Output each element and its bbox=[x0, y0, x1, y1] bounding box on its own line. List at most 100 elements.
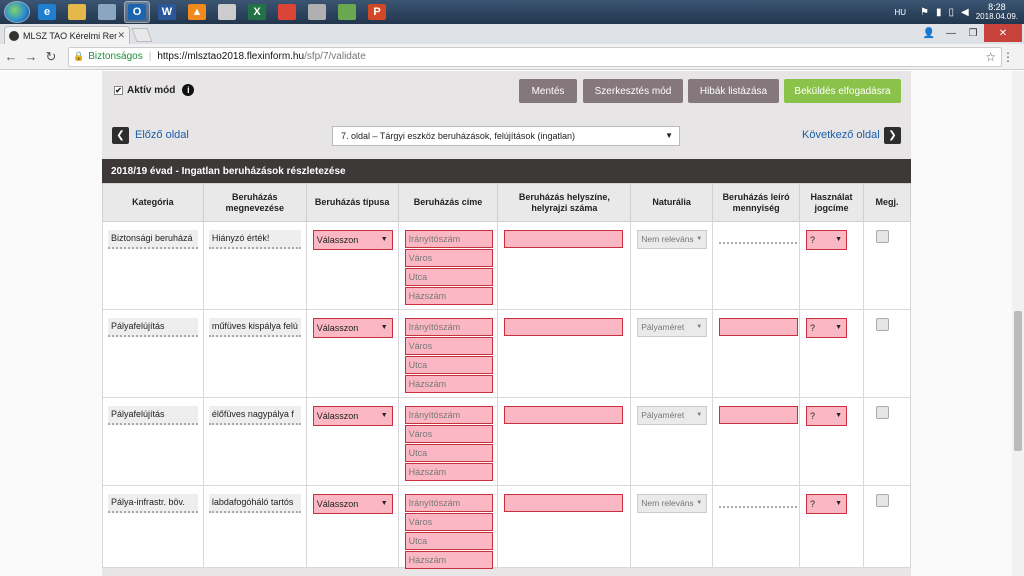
snipping-icon[interactable] bbox=[304, 1, 330, 23]
address-input[interactable]: Város bbox=[404, 425, 493, 443]
investment-name-field[interactable]: élőfüves nagypálya f bbox=[208, 406, 301, 425]
info-icon[interactable]: i bbox=[182, 84, 195, 96]
restore-icon[interactable]: ❐ bbox=[962, 24, 984, 42]
reload-icon[interactable]: ↻ bbox=[42, 49, 60, 65]
active-mode-checkbox[interactable]: ✔ bbox=[114, 85, 123, 95]
address-input[interactable]: Utca bbox=[404, 356, 493, 374]
list-errors-button[interactable]: Hibák listázása bbox=[688, 79, 779, 103]
caret-down-icon: ▼ bbox=[835, 412, 843, 419]
vlc-icon[interactable]: ▲ bbox=[184, 1, 210, 23]
address-input[interactable]: Város bbox=[404, 337, 493, 355]
address-input[interactable]: Város bbox=[404, 513, 493, 531]
battery-icon[interactable]: ▯ bbox=[949, 7, 955, 18]
type-cell: Válasszon ▼ bbox=[305, 485, 399, 568]
chrome-icon[interactable] bbox=[274, 1, 300, 23]
ie-icon[interactable]: e bbox=[34, 1, 60, 23]
volume-icon[interactable]: ◀ bbox=[961, 7, 969, 18]
scroll-thumb[interactable] bbox=[1014, 311, 1022, 451]
usage-title-select[interactable]: ? ▼ bbox=[806, 494, 848, 514]
naturalia-select[interactable]: Pályaméret ▼ bbox=[637, 318, 708, 337]
next-arrow-icon[interactable]: ❯ bbox=[884, 127, 901, 144]
close-icon[interactable]: ✕ bbox=[117, 30, 125, 41]
investment-name-field[interactable]: műfüves kispálya felú bbox=[208, 318, 301, 337]
select-value: Válasszon bbox=[316, 411, 359, 421]
naturalia-select[interactable]: Nem releváns ▼ bbox=[637, 230, 708, 249]
browser-tab[interactable]: MLSZ TAO Kérelmi Rend ✕ bbox=[4, 26, 130, 44]
investment-type-select[interactable]: Válasszon ▼ bbox=[312, 406, 393, 426]
prev-arrow-icon[interactable]: ❮ bbox=[112, 127, 129, 144]
table-row: Pályafelújítás műfüves kispálya felú Válas… bbox=[102, 309, 912, 398]
new-tab-button[interactable] bbox=[131, 28, 153, 42]
investment-type-select[interactable]: Válasszon ▼ bbox=[312, 230, 393, 250]
naturalia-select[interactable]: Pályaméret ▼ bbox=[637, 406, 708, 425]
calculator-icon[interactable] bbox=[94, 1, 120, 23]
table-header-row: Kategória Beruházás megnevezése Beruházás … bbox=[102, 183, 912, 222]
prev-page-link[interactable]: Előző oldal bbox=[135, 129, 189, 141]
address-cell: Irányítószám Város Utca Házszám bbox=[397, 485, 499, 569]
usage-title-select[interactable]: ? ▼ bbox=[806, 406, 848, 426]
snipping-icon-glyph bbox=[308, 4, 326, 20]
save-button[interactable]: Mentés bbox=[519, 79, 577, 103]
note-checkbox[interactable] bbox=[875, 494, 889, 507]
naturalia-cell: Nem releváns ▼ bbox=[630, 485, 714, 568]
language-indicator[interactable]: HU bbox=[894, 8, 906, 17]
location-input[interactable] bbox=[504, 230, 624, 248]
address-input[interactable]: Utca bbox=[404, 444, 493, 462]
location-cell bbox=[497, 221, 632, 310]
minimize-icon[interactable]: — bbox=[940, 24, 962, 42]
address-input[interactable]: Utca bbox=[404, 268, 493, 286]
active-mode-toggle[interactable]: ✔ Aktív mód i bbox=[114, 84, 195, 96]
location-input[interactable] bbox=[504, 494, 624, 512]
note-checkbox[interactable] bbox=[875, 230, 889, 243]
note-checkbox[interactable] bbox=[875, 318, 889, 331]
category-cell: Pályafelújítás bbox=[102, 309, 204, 398]
word-icon[interactable]: W bbox=[154, 1, 180, 23]
address-input[interactable]: Irányítószám bbox=[404, 494, 493, 512]
forward-arrow-icon[interactable]: → bbox=[22, 49, 40, 64]
page-scrollbar[interactable] bbox=[1012, 71, 1024, 576]
address-input[interactable]: Házszám bbox=[404, 551, 493, 569]
address-input[interactable]: Irányítószám bbox=[404, 406, 493, 424]
flag-icon[interactable]: ⚑ bbox=[920, 7, 929, 18]
clock[interactable]: 8:28 2018.04.09. bbox=[976, 2, 1018, 22]
usage-title-select[interactable]: ? ▼ bbox=[806, 318, 848, 338]
quantity-input[interactable] bbox=[719, 406, 799, 424]
kebab-menu-icon[interactable]: ⋮ bbox=[1002, 50, 1014, 64]
caret-down-icon: ▼ bbox=[380, 500, 388, 507]
note-checkbox[interactable] bbox=[875, 406, 889, 419]
submit-button[interactable]: Beküldés elfogadásra bbox=[784, 79, 901, 103]
location-input[interactable] bbox=[504, 406, 624, 424]
excel-icon[interactable]: X bbox=[244, 1, 270, 23]
investment-type-select[interactable]: Válasszon ▼ bbox=[312, 318, 393, 338]
bookmark-star-icon[interactable]: ☆ bbox=[985, 50, 996, 64]
usage-title-select[interactable]: ? ▼ bbox=[806, 230, 848, 250]
naturalia-select[interactable]: Nem releváns ▼ bbox=[637, 494, 708, 513]
investment-name-field[interactable]: labdafogóháló tartós bbox=[208, 494, 301, 513]
page-select[interactable]: 7. oldal – Tárgyi eszköz beruházások, fe… bbox=[332, 126, 680, 146]
folder-icon[interactable] bbox=[64, 1, 90, 23]
quantity-input[interactable] bbox=[719, 318, 799, 336]
address-input[interactable]: Irányítószám bbox=[404, 230, 493, 248]
outlook-icon[interactable]: O bbox=[124, 1, 150, 23]
spreadsheet-icon[interactable] bbox=[214, 1, 240, 23]
address-input[interactable]: Város bbox=[404, 249, 493, 267]
investment-name-field[interactable]: Hiányzó érték! bbox=[208, 230, 301, 249]
network-icon[interactable]: ▮ bbox=[936, 7, 942, 18]
investment-type-select[interactable]: Válasszon ▼ bbox=[312, 494, 393, 514]
window-close-icon[interactable]: ✕ bbox=[984, 24, 1022, 42]
powerpoint-icon[interactable]: P bbox=[364, 1, 390, 23]
start-button[interactable] bbox=[4, 1, 30, 23]
address-input[interactable]: Házszám bbox=[404, 463, 493, 481]
edit-mode-button[interactable]: Szerkesztés mód bbox=[583, 79, 683, 103]
next-page-link[interactable]: Következő oldal bbox=[802, 129, 880, 141]
location-input[interactable] bbox=[504, 318, 624, 336]
user-icon[interactable]: 👤 bbox=[918, 24, 940, 42]
address-input[interactable]: Utca bbox=[404, 532, 493, 550]
pen-icon[interactable] bbox=[334, 1, 360, 23]
address-input[interactable]: Házszám bbox=[404, 287, 493, 305]
address-input[interactable]: Irányítószám bbox=[404, 318, 493, 336]
back-arrow-icon[interactable]: ← bbox=[2, 49, 20, 64]
url-input[interactable]: 🔒 Biztonságos | https://mlsztao2018.flex… bbox=[68, 46, 1002, 67]
address-input[interactable]: Házszám bbox=[404, 375, 493, 393]
column-header: Megj. bbox=[862, 183, 912, 222]
